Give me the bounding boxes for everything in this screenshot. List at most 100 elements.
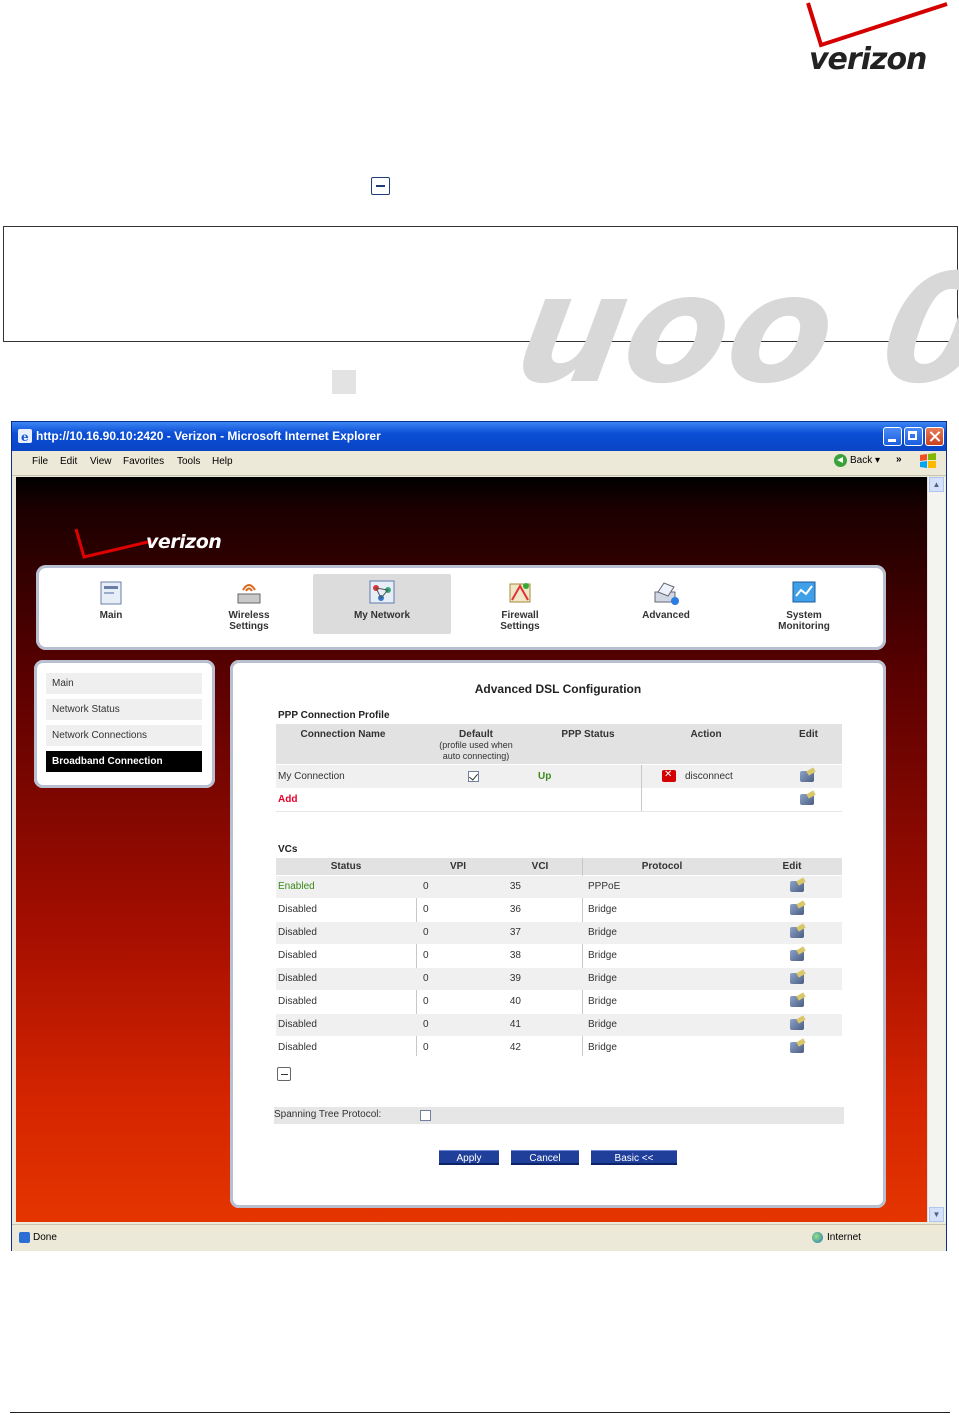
table-row: Disabled 0 38 Bridge: [276, 945, 842, 967]
vc-vci: 36: [509, 904, 521, 915]
footer-divider: [10, 1412, 950, 1413]
placeholder-square: [332, 370, 356, 394]
title-bar[interactable]: e http://10.16.90.10:2420 - Verizon - Mi…: [12, 422, 946, 451]
monitoring-icon: [792, 581, 816, 603]
cancel-button[interactable]: Cancel: [511, 1150, 579, 1165]
add-edit-icon[interactable]: [800, 794, 814, 805]
edit-icon[interactable]: [790, 996, 804, 1007]
vc-vci: 39: [509, 973, 521, 984]
ppp-heading: PPP Connection Profile: [278, 710, 390, 721]
toolbar-overflow-icon[interactable]: »: [896, 454, 902, 465]
firewall-icon: [509, 583, 531, 603]
table-row: Disabled 0 40 Bridge: [276, 991, 842, 1013]
browser-window: e http://10.16.90.10:2420 - Verizon - Mi…: [11, 421, 947, 1251]
ie-icon: e: [18, 429, 32, 443]
sidebar-item-network-connections[interactable]: Network Connections: [46, 725, 202, 747]
internet-zone-icon: [812, 1232, 823, 1243]
tab-wireless-settings[interactable]: Wireless Settings: [180, 574, 318, 634]
vc-protocol: Bridge: [588, 996, 617, 1007]
logo-wordmark: verizon: [809, 42, 927, 77]
menu-view[interactable]: View: [90, 456, 112, 467]
basic-button[interactable]: Basic <<: [591, 1150, 677, 1165]
ppp-table-header: Connection Name Default (profile used wh…: [276, 724, 842, 764]
verizon-header-logo: verizon: [74, 527, 254, 567]
status-bar: Done Internet: [12, 1224, 946, 1251]
header-wordmark: verizon: [146, 531, 222, 553]
tab-system-monitoring[interactable]: System Monitoring: [735, 574, 873, 634]
edit-icon[interactable]: [790, 881, 804, 892]
table-row: Disabled 0 37 Bridge: [276, 922, 842, 944]
menu-tools[interactable]: Tools: [177, 456, 200, 467]
tab-main[interactable]: Main: [42, 574, 180, 634]
menu-file[interactable]: File: [32, 456, 48, 467]
advanced-icon: [654, 582, 679, 605]
vcs-heading: VCs: [278, 844, 298, 855]
add-connection-link[interactable]: Add: [278, 794, 297, 805]
edit-icon[interactable]: [790, 1042, 804, 1053]
disconnect-link[interactable]: disconnect: [685, 771, 733, 782]
edit-icon[interactable]: [790, 1019, 804, 1030]
main-panel: Advanced DSL Configuration PPP Connectio…: [230, 660, 886, 1208]
vc-vci: 41: [509, 1019, 521, 1030]
verizon-logo: verizon: [805, 0, 950, 85]
back-arrow-icon: [834, 454, 847, 467]
vc-protocol: Bridge: [588, 904, 617, 915]
page-content: verizon Main Wireless Settings My Networ…: [16, 477, 927, 1222]
menu-help[interactable]: Help: [212, 456, 233, 467]
network-icon: [369, 580, 395, 604]
apply-button[interactable]: Apply: [439, 1150, 499, 1165]
tab-firewall-settings[interactable]: Firewall Settings: [451, 574, 589, 634]
vc-protocol: Bridge: [588, 1019, 617, 1030]
vertical-scrollbar[interactable]: ▲ ▼: [927, 477, 945, 1222]
sidebar: Main Network Status Network Connections …: [34, 660, 215, 788]
stp-checkbox[interactable]: [420, 1110, 431, 1121]
watermark: uoo 0/07: [504, 243, 959, 417]
stp-label: Spanning Tree Protocol:: [274, 1109, 382, 1120]
back-button[interactable]: Back ▾: [834, 454, 880, 467]
svg-text:e: e: [21, 430, 29, 443]
vcs-table-header: Status VPI VCI Protocol Edit: [276, 858, 842, 875]
vc-protocol: Bridge: [588, 1042, 617, 1053]
vc-vci: 38: [509, 950, 521, 961]
vc-vci: 42: [509, 1042, 521, 1053]
tab-advanced[interactable]: Advanced: [597, 574, 735, 634]
sidebar-item-main[interactable]: Main: [46, 673, 202, 695]
status-text: Done: [33, 1232, 57, 1244]
sidebar-item-broadband-connection[interactable]: Broadband Connection: [46, 751, 202, 773]
sidebar-item-network-status[interactable]: Network Status: [46, 699, 202, 721]
table-row: Disabled 0 36 Bridge: [276, 899, 842, 921]
zone-text: Internet: [827, 1232, 861, 1244]
main-nav: Main Wireless Settings My Network Firewa…: [36, 565, 886, 650]
table-row: Disabled 0 41 Bridge: [276, 1014, 842, 1036]
ppp-add-row: Add: [276, 789, 842, 812]
collapse-icon[interactable]: [277, 1067, 291, 1081]
scroll-up-icon[interactable]: ▲: [929, 477, 944, 492]
edit-icon[interactable]: [790, 927, 804, 938]
vc-vci: 37: [509, 927, 521, 938]
edit-icon[interactable]: [790, 904, 804, 915]
edit-icon[interactable]: [790, 973, 804, 984]
edit-icon[interactable]: [790, 950, 804, 961]
vc-protocol: Bridge: [588, 927, 617, 938]
vc-vci: 40: [509, 996, 521, 1007]
page-title: Advanced DSL Configuration: [474, 682, 642, 696]
minimize-button[interactable]: [883, 427, 902, 446]
ppp-connection-name[interactable]: My Connection: [278, 771, 345, 782]
menu-bar: File Edit View Favorites Tools Help Back…: [12, 451, 946, 476]
ppp-row: My Connection Up disconnect: [276, 765, 842, 788]
maximize-button[interactable]: [904, 427, 923, 446]
tab-my-network[interactable]: My Network: [313, 574, 451, 634]
menu-edit[interactable]: Edit: [60, 456, 77, 467]
vc-protocol: Bridge: [588, 973, 617, 984]
table-row: Enabled 0 35 PPPoE: [276, 876, 842, 898]
page-icon: [19, 1232, 30, 1243]
table-row: Disabled 0 39 Bridge: [276, 968, 842, 990]
table-row: Disabled 0 42 Bridge: [276, 1037, 842, 1059]
ppp-default-checkbox[interactable]: [468, 771, 479, 782]
menu-favorites[interactable]: Favorites: [123, 456, 164, 467]
edit-icon[interactable]: [800, 771, 814, 782]
scroll-down-icon[interactable]: ▼: [929, 1207, 944, 1222]
disconnect-icon[interactable]: [662, 769, 676, 782]
collapse-icon[interactable]: [371, 177, 390, 195]
close-button[interactable]: [925, 427, 944, 446]
